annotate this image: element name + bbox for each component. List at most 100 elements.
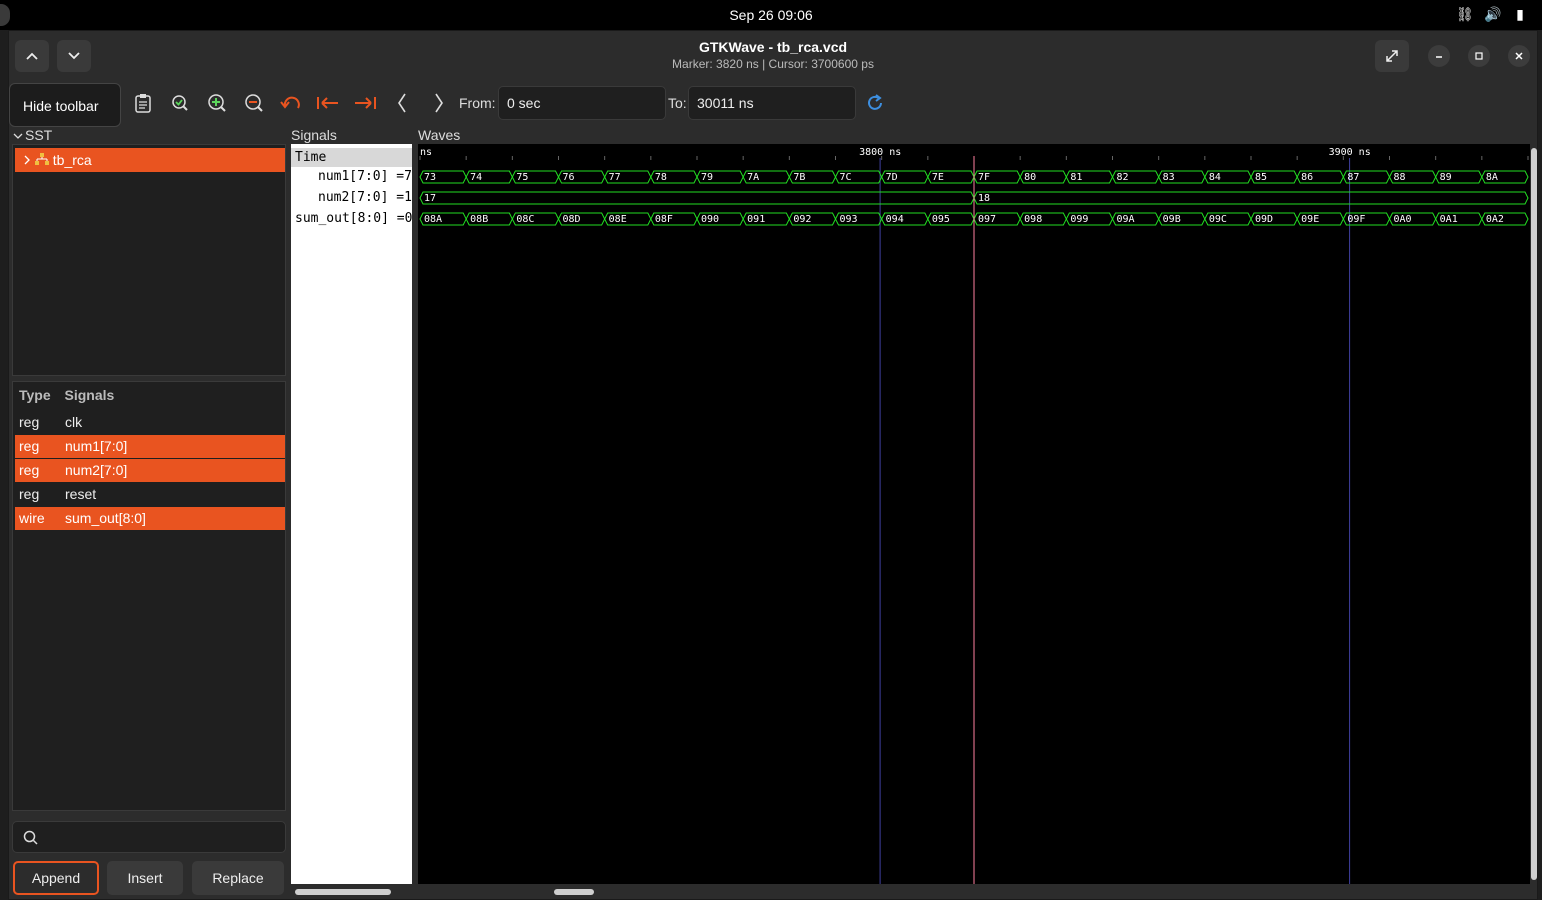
insert-button[interactable]: Insert (107, 861, 183, 895)
signal-label-sum-out[interactable]: sum_out[8:0] =097 (291, 211, 412, 226)
bus-value-label: 09B (1163, 214, 1181, 225)
bus-value-label: 88 (1394, 172, 1406, 183)
signal-list-header: Type Signals (19, 387, 114, 403)
battery-icon[interactable]: ▮ (1512, 6, 1528, 22)
reload-button[interactable] (863, 91, 887, 115)
close-button[interactable] (1508, 45, 1530, 67)
bus-segment (419, 191, 975, 205)
type-column-header[interactable]: Type (19, 387, 51, 403)
bus-value-label: 095 (932, 214, 950, 225)
fullscreen-button[interactable] (1375, 40, 1409, 72)
signals-horizontal-scrollbar[interactable] (293, 885, 413, 899)
signal-type: reg (19, 414, 40, 430)
bus-value-label: 094 (886, 214, 904, 225)
zoom-in-icon (208, 94, 226, 112)
bus-value-label: 76 (563, 172, 575, 183)
bus-value-label: 097 (978, 214, 996, 225)
waves-pane[interactable]: ns 3800 ns 3900 ns 73 74 75 76 77 78 79 7A 7B 7C 7D… (418, 144, 1530, 884)
go-to-end-icon (355, 97, 376, 109)
append-button[interactable]: Append (13, 861, 99, 895)
time-unit-label: ns (420, 147, 432, 158)
signal-name: num1[7:0] (65, 438, 128, 454)
signal-list: Type Signals reg clk reg num1[7:0] reg n… (12, 381, 286, 811)
tree-item-tb-rca[interactable]: tb_rca (15, 148, 285, 172)
signal-name: sum_out[8:0] (65, 510, 146, 526)
bus-value-label: 79 (701, 172, 713, 183)
signal-name: num2[7:0] (65, 462, 128, 478)
bus-value-label: 7F (978, 172, 990, 183)
bus-value-label: 0A2 (1486, 214, 1504, 225)
find-next-edge-button[interactable] (427, 91, 451, 115)
bus-value-label: 87 (1347, 172, 1359, 183)
undo-zoom-button[interactable] (279, 91, 303, 115)
tree-item-label: tb_rca (52, 152, 92, 168)
bus-value-label: 75 (516, 172, 528, 183)
sst-title: SST (25, 127, 53, 143)
signal-label-num1[interactable]: num1[7:0] =7F (291, 169, 412, 184)
bus-value-label: 78 (655, 172, 667, 183)
scroll-thumb[interactable] (295, 889, 391, 895)
signal-search-input[interactable] (12, 821, 286, 853)
signal-type: reg (19, 438, 40, 454)
window-title-area: GTKWave - tb_rca.vcd Marker: 3820 ns | C… (9, 39, 1537, 71)
waves-vertical-scrollbar[interactable] (1531, 148, 1537, 880)
chevron-down-icon (13, 133, 23, 139)
replace-button[interactable]: Replace (192, 861, 284, 895)
chevron-left-icon (398, 93, 406, 113)
signal-row-sum-out[interactable]: wire sum_out[8:0] (15, 507, 285, 530)
bus-value-label: 0A1 (1440, 214, 1458, 225)
bus-value-label: 77 (609, 172, 621, 183)
undo-icon (280, 96, 300, 109)
waveform-canvas[interactable]: ns 3800 ns 3900 ns 73 74 75 76 77 78 79 7A 7B 7C 7D… (418, 144, 1530, 884)
clipboard-icon (135, 94, 151, 113)
zoom-out-button[interactable] (242, 91, 266, 115)
bus-value-label: 098 (1024, 214, 1042, 225)
minimize-button[interactable] (1428, 45, 1450, 67)
signals-pane-header: Signals (291, 127, 337, 143)
signal-row-reset[interactable]: reg reset (15, 483, 285, 506)
from-time-input[interactable]: 0 sec (498, 86, 666, 120)
zoom-fit-button[interactable] (168, 91, 192, 115)
title-bar: GTKWave - tb_rca.vcd Marker: 3820 ns | C… (9, 31, 1537, 79)
bus-value-label: 85 (1255, 172, 1267, 183)
bus-segment (973, 191, 1529, 205)
bus-value-label: 8A (1486, 172, 1498, 183)
signal-row-clk[interactable]: reg clk (15, 411, 285, 434)
bus-value-label: 0A0 (1394, 214, 1412, 225)
zoom-to-start-button[interactable] (316, 91, 340, 115)
signal-label-num2[interactable]: num2[7:0] =18 (291, 190, 412, 205)
to-time-input[interactable]: 30011 ns (688, 86, 856, 120)
waves-horizontal-scrollbar[interactable] (418, 885, 1530, 899)
scroll-thumb[interactable] (554, 889, 594, 895)
maximize-button[interactable] (1468, 45, 1490, 67)
chevron-right-icon (24, 155, 30, 165)
sst-header[interactable]: SST (13, 127, 52, 143)
bus-value-label: 7B (793, 172, 805, 183)
bus-value-label: 08C (516, 214, 534, 225)
signals-column-header[interactable]: Signals (65, 387, 115, 403)
bus-value-label: 7E (932, 172, 944, 183)
time-tick-label: 3900 ns (1329, 147, 1371, 158)
bus-value-label: 82 (1117, 172, 1129, 183)
search-icon (23, 830, 38, 845)
signal-row-num1[interactable]: reg num1[7:0] (15, 435, 285, 458)
bus-value-label: 08B (470, 214, 488, 225)
bus-value-label: 08A (424, 214, 442, 225)
paste-button[interactable] (131, 91, 155, 115)
volume-icon[interactable]: 🔊 (1484, 6, 1501, 22)
signal-row-num2[interactable]: reg num2[7:0] (15, 459, 285, 482)
find-previous-edge-button[interactable] (390, 91, 414, 115)
gtkwave-window: GTKWave - tb_rca.vcd Marker: 3820 ns | C… (8, 30, 1538, 900)
waves-pane-header: Waves (418, 127, 461, 143)
system-clock[interactable]: Sep 26 09:06 (0, 7, 1542, 23)
sst-tree: tb_rca (12, 144, 286, 376)
zoom-in-button[interactable] (205, 91, 229, 115)
close-icon (1515, 52, 1523, 60)
system-tray[interactable]: ⛓ 🔊 ▮ (1456, 6, 1528, 22)
bus-value-label: 092 (793, 214, 811, 225)
network-icon[interactable]: ⛓ (1456, 6, 1474, 22)
window-subtitle: Marker: 3820 ns | Cursor: 3700600 ps (672, 57, 874, 71)
bus-value-label: 09F (1347, 214, 1365, 225)
zoom-fit-icon (172, 95, 188, 111)
zoom-to-end-button[interactable] (353, 91, 377, 115)
